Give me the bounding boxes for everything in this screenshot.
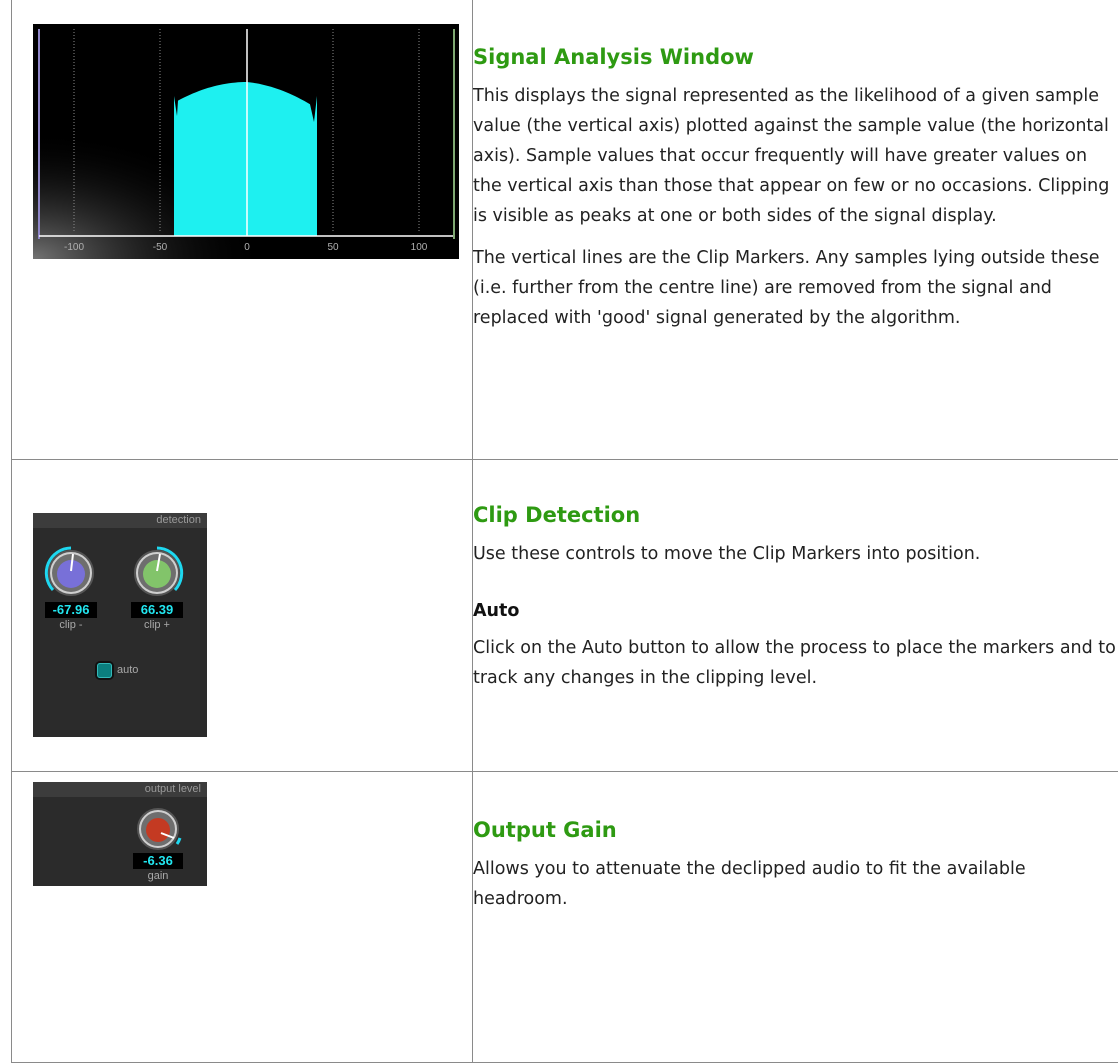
gain-value: -6.36 [133, 853, 183, 869]
knob-cap [146, 818, 170, 842]
signal-para-2: The vertical lines are the Clip Markers.… [473, 243, 1118, 333]
tick-label: -50 [153, 242, 168, 253]
tick-label: 100 [411, 242, 428, 253]
output-level-panel: output level -6.36 gain [33, 782, 207, 886]
detection-panel-title: detection [33, 513, 207, 528]
cell-output-text: Output Gain Allows you to attenuate the … [473, 772, 1118, 1063]
clip-minus-label: clip - [45, 619, 97, 631]
clip-minus-knob[interactable] [41, 543, 101, 603]
clip-plus-value: 66.39 [131, 602, 183, 618]
auto-label: auto [117, 664, 138, 676]
clip-para: Use these controls to move the Clip Mark… [473, 539, 1118, 569]
signal-histogram [174, 82, 317, 236]
signal-heading: Signal Analysis Window [473, 45, 1118, 69]
clip-plus-knob[interactable] [127, 543, 187, 603]
clip-plus-label: clip + [131, 619, 183, 631]
signal-display: -100 -50 0 50 100 [33, 24, 459, 259]
cell-signal-text: Signal Analysis Window This displays the… [473, 0, 1118, 460]
clip-heading: Clip Detection [473, 503, 1118, 527]
gain-knob[interactable] [131, 802, 185, 856]
output-para: Allows you to attenuate the declipped au… [473, 854, 1118, 914]
signal-para-1: This displays the signal represented as … [473, 81, 1118, 231]
knob-cap [143, 560, 171, 588]
detection-panel: detection -67.96 clip - 66.39 clip + aut… [33, 513, 207, 737]
auto-subheading: Auto [473, 601, 1118, 621]
auto-button[interactable] [97, 663, 112, 678]
auto-para: Click on the Auto button to allow the pr… [473, 633, 1118, 693]
tick-label: -100 [64, 242, 84, 253]
signal-analysis-window[interactable]: -100 -50 0 50 100 [33, 24, 459, 259]
output-panel-title: output level [33, 782, 207, 797]
tick-label: 0 [244, 242, 250, 253]
tick-label: 50 [327, 242, 339, 253]
output-heading: Output Gain [473, 818, 1118, 842]
clip-minus-value: -67.96 [45, 602, 97, 618]
gain-label: gain [133, 870, 183, 882]
knob-arc [177, 838, 180, 844]
cell-clip-text: Clip Detection Use these controls to mov… [473, 460, 1118, 772]
